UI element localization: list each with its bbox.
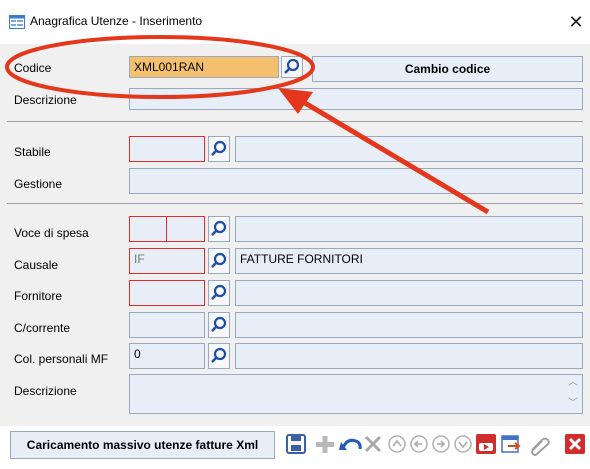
annotation-overlay bbox=[5, 35, 490, 215]
annotation-arrow-head bbox=[278, 88, 313, 114]
annotation-arrow-shaft bbox=[298, 97, 490, 215]
highlight-ellipse bbox=[5, 35, 315, 99]
